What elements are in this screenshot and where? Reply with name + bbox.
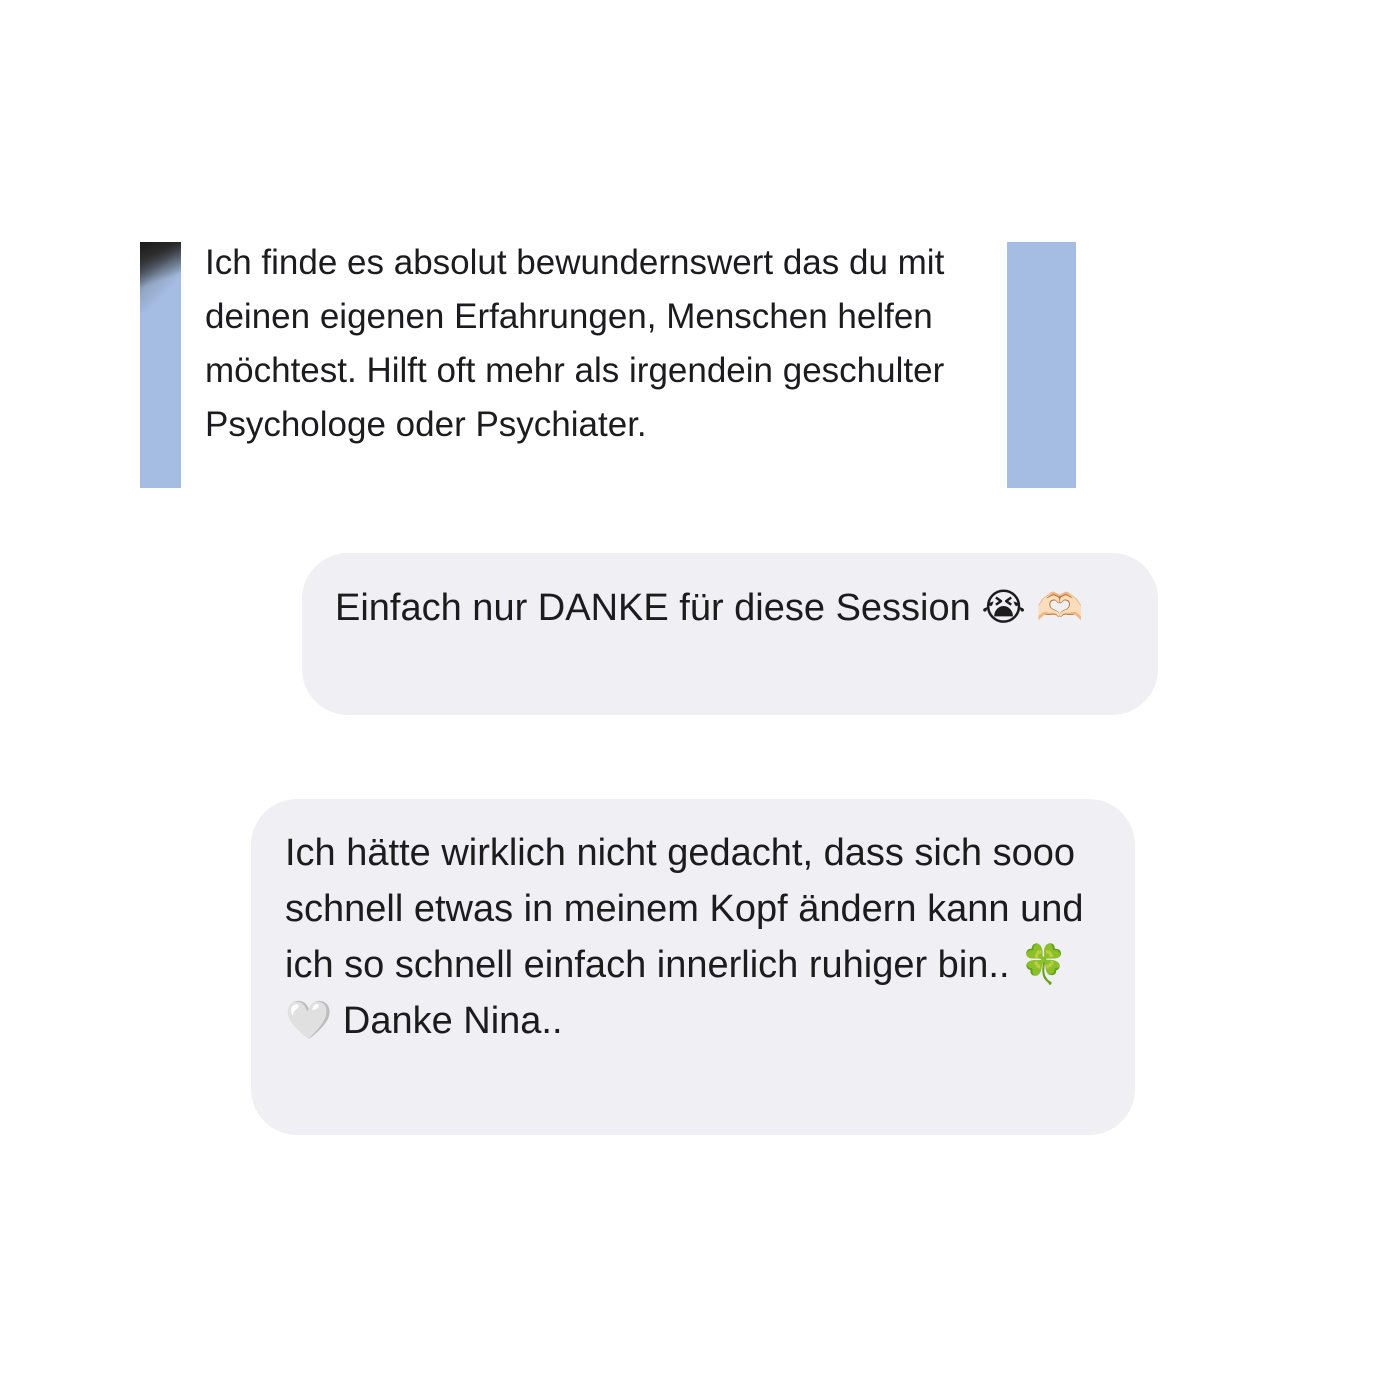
background-image-left-edge bbox=[140, 242, 181, 488]
message-1-screenshot: Ich finde es absolut bewundernswert das … bbox=[140, 242, 1076, 488]
message-3-text: Ich hätte wirklich nicht gedacht, dass s… bbox=[285, 832, 1084, 1042]
message-bubble-3[interactable]: Ich hätte wirklich nicht gedacht, dass s… bbox=[251, 799, 1135, 1135]
background-image-right-edge bbox=[1007, 242, 1076, 488]
message-2-text: Einfach nur DANKE für diese Session 😭 🫶🏻 bbox=[335, 587, 1084, 629]
message-bubble-2[interactable]: Einfach nur DANKE für diese Session 😭 🫶🏻 bbox=[302, 553, 1158, 715]
message-1-text: Ich finde es absolut bewundernswert das … bbox=[205, 243, 945, 444]
palm-leaf-image bbox=[140, 242, 181, 312]
